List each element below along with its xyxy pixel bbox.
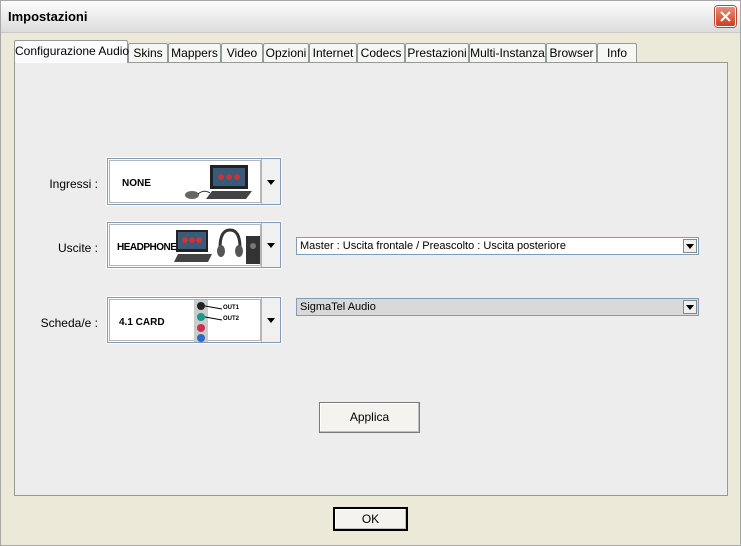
tab-info[interactable]: Info — [597, 43, 637, 62]
audio-device-value: SigmaTel Audio — [300, 301, 376, 313]
tab-opzioni[interactable]: Opzioni — [263, 43, 309, 62]
inputs-image: NONE — [109, 160, 261, 203]
outputs-dropdown-arrow[interactable] — [261, 223, 280, 267]
tab-internet[interactable]: Internet — [309, 43, 357, 62]
outputs-image: HEADPHONES — [109, 224, 261, 266]
tab-skins[interactable]: Skins — [128, 43, 168, 62]
outputs-value: HEADPHONES — [117, 242, 183, 253]
tab-configurazione-audio[interactable]: Configurazione Audio — [14, 40, 129, 63]
inputs-label: Ingressi : — [49, 177, 98, 191]
tab-mappers[interactable]: Mappers — [168, 43, 221, 62]
output-routing-dropdown-arrow[interactable] — [683, 239, 697, 253]
output-routing-value: Master : Uscita frontale / Preascolto : … — [300, 240, 566, 252]
outputs-label: Uscite : — [57, 241, 98, 255]
cards-dropdown-arrow[interactable] — [261, 298, 280, 342]
close-button[interactable] — [715, 6, 736, 27]
close-icon — [720, 11, 731, 22]
output-routing-select[interactable]: Master : Uscita frontale / Preascolto : … — [296, 237, 699, 255]
ok-button[interactable]: OK — [333, 507, 408, 531]
laptop-mouse-icon — [185, 165, 252, 199]
window-title: Impostazioni — [8, 9, 88, 24]
inputs-combo[interactable]: NONE — [107, 158, 281, 205]
cards-combo[interactable]: 4.1 CARD OUT1 OUT2 — [107, 297, 281, 343]
cards-value: 4.1 CARD — [119, 317, 165, 328]
tab-video[interactable]: Video — [221, 43, 263, 62]
inputs-dropdown-arrow[interactable] — [261, 159, 280, 204]
apply-button[interactable]: Applica — [319, 402, 420, 433]
laptop-headphones-icon — [174, 228, 260, 264]
tab-prestazioni[interactable]: Prestazioni — [405, 43, 469, 62]
outputs-combo[interactable]: HEADPHONES — [107, 222, 281, 268]
tab-browser[interactable]: Browser — [546, 43, 597, 62]
tab-multi-instanza[interactable]: Multi-Instanza — [469, 43, 546, 62]
audio-device-select[interactable]: SigmaTel Audio — [296, 298, 699, 316]
settings-window: Impostazioni Configurazione Audio Skins … — [0, 0, 741, 546]
cards-image: 4.1 CARD OUT1 OUT2 — [109, 299, 261, 342]
cards-label: Scheda/e : — [40, 316, 98, 330]
audio-device-dropdown-arrow[interactable] — [683, 300, 697, 314]
sound-card-jacks-icon — [194, 300, 223, 342]
cards-out2-label: OUT2 — [223, 316, 240, 322]
tab-codecs[interactable]: Codecs — [357, 43, 405, 62]
cards-out1-label: OUT1 — [223, 305, 240, 311]
title-bar: Impostazioni — [1, 1, 740, 33]
inputs-value: NONE — [122, 178, 151, 189]
